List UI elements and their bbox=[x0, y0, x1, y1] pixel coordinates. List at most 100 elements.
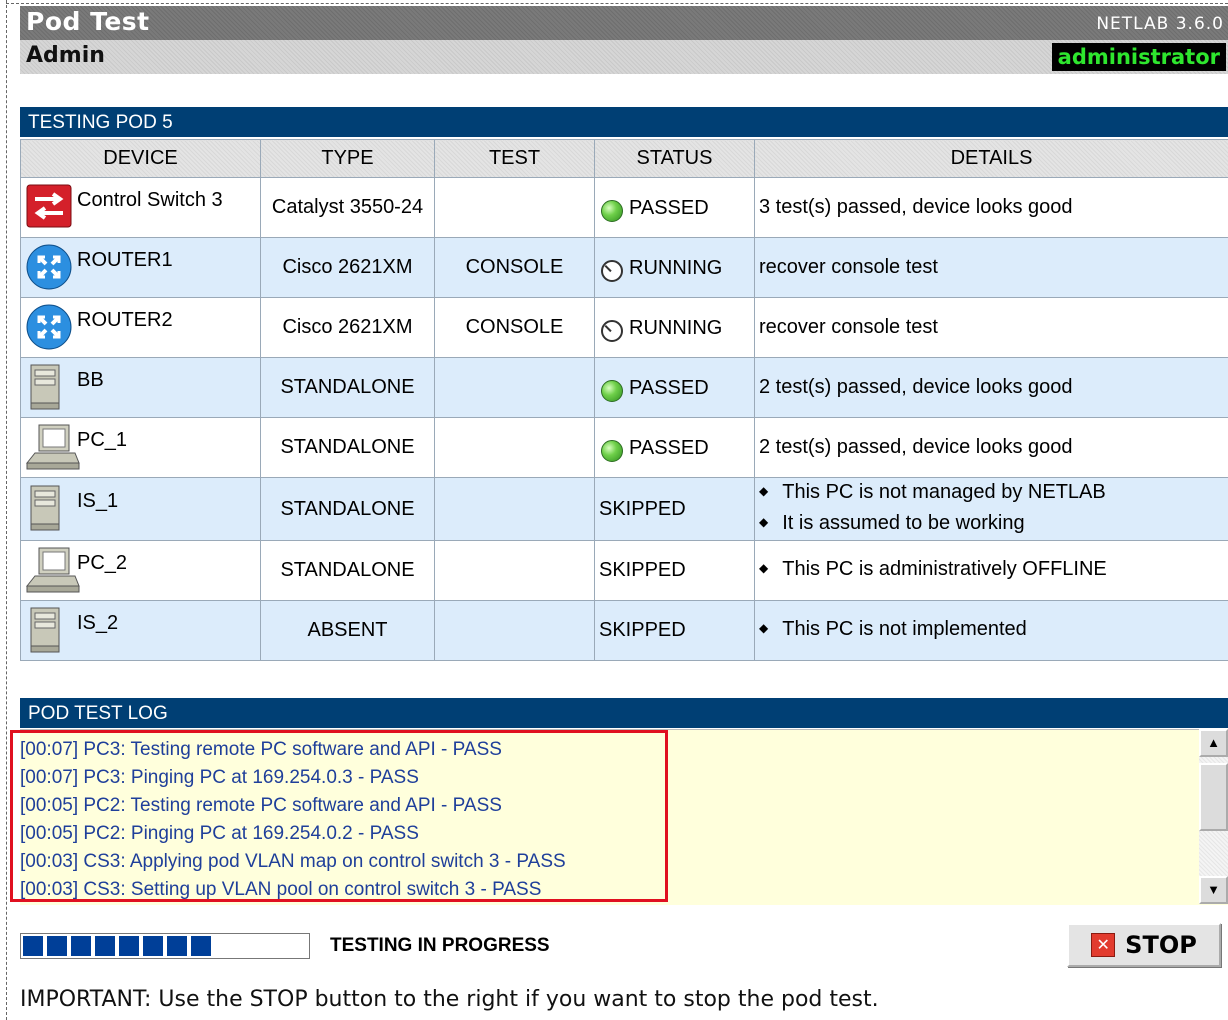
table-row: Control Switch 3 Catalyst 3550-24 PASSED 3 … bbox=[20, 177, 1228, 238]
test-cell bbox=[434, 417, 595, 478]
stop-icon: ✕ bbox=[1091, 933, 1116, 957]
progress-block bbox=[143, 936, 163, 956]
status-text: SKIPPED bbox=[599, 559, 686, 581]
table-row: PC_2 STANDALONE SKIPPED This PC is administ… bbox=[20, 540, 1228, 601]
device-cell: ROUTER2 bbox=[20, 297, 261, 358]
device-name: IS_1 bbox=[77, 490, 119, 512]
type-cell: STANDALONE bbox=[260, 540, 435, 601]
user-role-badge: administrator bbox=[1051, 43, 1226, 71]
stop-button[interactable]: ✕ STOP bbox=[1067, 923, 1221, 967]
pc-icon bbox=[25, 546, 80, 596]
progress-block bbox=[167, 936, 187, 956]
pod-test-table: DEVICE TYPE TEST STATUS DETAILS Control … bbox=[20, 139, 1228, 661]
table-row: ROUTER2 Cisco 2621XM CONSOLE RUNNING recover… bbox=[20, 297, 1228, 358]
device-cell: Control Switch 3 bbox=[20, 177, 261, 238]
table-row: IS_2 ABSENT SKIPPED This PC is not implemen… bbox=[20, 600, 1228, 661]
column-header-status: STATUS bbox=[594, 139, 755, 178]
scroll-up-button[interactable]: ▲ bbox=[1199, 729, 1228, 757]
device-cell: ROUTER1 bbox=[20, 237, 261, 298]
status-cell: SKIPPED bbox=[594, 477, 755, 541]
status-cell: RUNNING bbox=[594, 297, 755, 358]
log-title: POD TEST LOG bbox=[20, 698, 1228, 728]
detail-bullet: It is assumed to be working bbox=[759, 509, 1228, 540]
test-cell bbox=[434, 357, 595, 418]
detail-text: recover console test bbox=[759, 316, 938, 338]
router-icon bbox=[25, 303, 77, 353]
pod-table-title: TESTING POD 5 bbox=[20, 107, 1228, 137]
page-subtitle: Admin bbox=[26, 43, 105, 68]
server-icon bbox=[25, 606, 77, 656]
details-cell: recover console test bbox=[754, 297, 1228, 358]
title-bar: Pod Test NETLAB 3.6.0 bbox=[20, 6, 1228, 40]
column-header-details: DETAILS bbox=[754, 139, 1228, 178]
router-icon bbox=[25, 243, 77, 293]
passed-status-icon bbox=[601, 380, 623, 402]
status-cell: RUNNING bbox=[594, 237, 755, 298]
detail-text: 3 test(s) passed, device looks good bbox=[759, 196, 1073, 218]
scroll-thumb[interactable] bbox=[1199, 763, 1228, 831]
progress-block bbox=[23, 936, 43, 956]
device-name: Control Switch 3 bbox=[77, 188, 223, 211]
details-cell: 2 test(s) passed, device looks good bbox=[754, 417, 1228, 478]
test-cell bbox=[434, 177, 595, 238]
important-note: IMPORTANT: Use the STOP button to the ri… bbox=[20, 987, 879, 1012]
device-cell: PC_2 bbox=[20, 540, 261, 601]
details-cell: This PC is administratively OFFLINE bbox=[754, 540, 1228, 601]
passed-status-icon bbox=[601, 200, 623, 222]
status-cell: PASSED bbox=[594, 357, 755, 418]
column-header-device: DEVICE bbox=[20, 139, 261, 178]
status-text: RUNNING bbox=[629, 317, 723, 339]
type-cell: Catalyst 3550-24 bbox=[260, 177, 435, 238]
device-name: PC_2 bbox=[77, 551, 128, 574]
status-text: SKIPPED bbox=[599, 497, 686, 520]
status-text: RUNNING bbox=[629, 257, 723, 279]
progress-block bbox=[191, 936, 211, 956]
status-cell: SKIPPED bbox=[594, 540, 755, 601]
pc-icon bbox=[25, 423, 80, 473]
column-header-test: TEST bbox=[434, 139, 595, 178]
progress-block bbox=[95, 936, 115, 956]
server-icon bbox=[25, 363, 77, 413]
device-name: ROUTER1 bbox=[77, 248, 173, 271]
type-cell: STANDALONE bbox=[260, 417, 435, 478]
page-border-top bbox=[6, 3, 1228, 4]
details-cell: recover console test bbox=[754, 237, 1228, 298]
device-cell: BB bbox=[20, 357, 261, 418]
detail-text: recover console test bbox=[759, 256, 938, 278]
device-cell: IS_1 bbox=[20, 477, 261, 541]
table-row: ROUTER1 Cisco 2621XM CONSOLE RUNNING recover… bbox=[20, 237, 1228, 298]
status-text: PASSED bbox=[629, 377, 709, 399]
test-cell bbox=[434, 600, 595, 661]
details-cell: 3 test(s) passed, device looks good bbox=[754, 177, 1228, 238]
type-cell: STANDALONE bbox=[260, 357, 435, 418]
passed-status-icon bbox=[601, 440, 623, 462]
status-text: SKIPPED bbox=[599, 619, 686, 641]
running-status-icon bbox=[601, 320, 623, 342]
type-cell: Cisco 2621XM bbox=[260, 297, 435, 358]
progress-fill bbox=[23, 936, 211, 956]
status-cell: PASSED bbox=[594, 417, 755, 478]
switch-icon bbox=[25, 183, 77, 233]
type-cell: Cisco 2621XM bbox=[260, 237, 435, 298]
test-cell: CONSOLE bbox=[434, 297, 595, 358]
page-border-left bbox=[6, 0, 7, 1020]
server-icon bbox=[25, 484, 77, 534]
device-name: ROUTER2 bbox=[77, 308, 173, 331]
type-cell: ABSENT bbox=[260, 600, 435, 661]
progress-bar bbox=[20, 933, 310, 959]
device-name: IS_2 bbox=[77, 611, 119, 634]
progress-status: TESTING IN PROGRESS bbox=[330, 935, 550, 956]
test-cell bbox=[434, 477, 595, 541]
detail-text: 2 test(s) passed, device looks good bbox=[759, 376, 1073, 398]
device-name: BB bbox=[77, 368, 104, 391]
log-highlight-box bbox=[10, 730, 668, 902]
detail-bullet: This PC is administratively OFFLINE bbox=[759, 555, 1228, 586]
column-header-type: TYPE bbox=[260, 139, 435, 178]
table-row: PC_1 STANDALONE PASSED 2 test(s) passed, de… bbox=[20, 417, 1228, 478]
progress-block bbox=[71, 936, 91, 956]
table-row: IS_1 STANDALONE SKIPPED This PC is not mana… bbox=[20, 477, 1228, 541]
log-scrollbar[interactable]: ▲ ▼ bbox=[1199, 729, 1228, 904]
scroll-down-button[interactable]: ▼ bbox=[1199, 876, 1228, 904]
version-label: NETLAB 3.6.0 bbox=[1096, 14, 1224, 34]
test-cell bbox=[434, 540, 595, 601]
